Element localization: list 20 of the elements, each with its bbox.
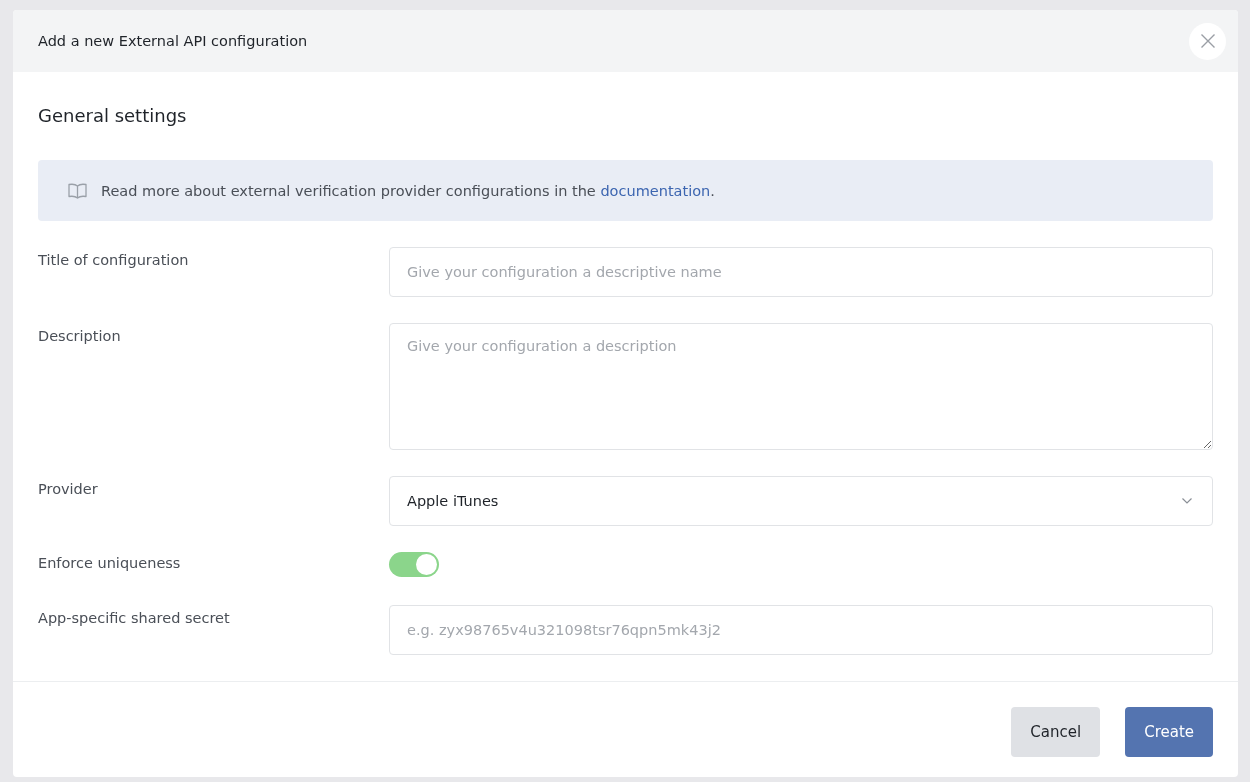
cancel-button[interactable]: Cancel (1011, 707, 1101, 757)
field-label: App-specific shared secret (38, 609, 230, 626)
documentation-link[interactable]: documentation (600, 182, 711, 199)
input-field[interactable]: Give your configuration a descriptive name (389, 247, 1213, 297)
book-icon (68, 182, 87, 199)
close-icon (1200, 34, 1215, 48)
chevron-down-icon (1182, 498, 1192, 504)
field-label: Description (38, 327, 121, 344)
info-text: Read more about external verification provider configurations in the documentation. (101, 182, 715, 199)
toggle-switch[interactable] (389, 552, 439, 577)
input-field[interactable]: e.g. zyx98765v4u321098tsr76qpn5mk43j2 (389, 605, 1213, 655)
close-button[interactable] (1189, 22, 1226, 60)
dialog-title: Add a new External API configuration (38, 33, 308, 49)
field-label: Provider (38, 480, 98, 497)
field-label: Title of configuration (38, 251, 189, 268)
create-button[interactable]: Create (1125, 707, 1213, 757)
field-label: Enforce uniqueness (38, 554, 181, 571)
provider-select[interactable]: Apple iTunes (389, 476, 1213, 526)
textarea-field[interactable]: Give your configuration a description (389, 323, 1213, 450)
section-heading: General settings (38, 104, 187, 128)
